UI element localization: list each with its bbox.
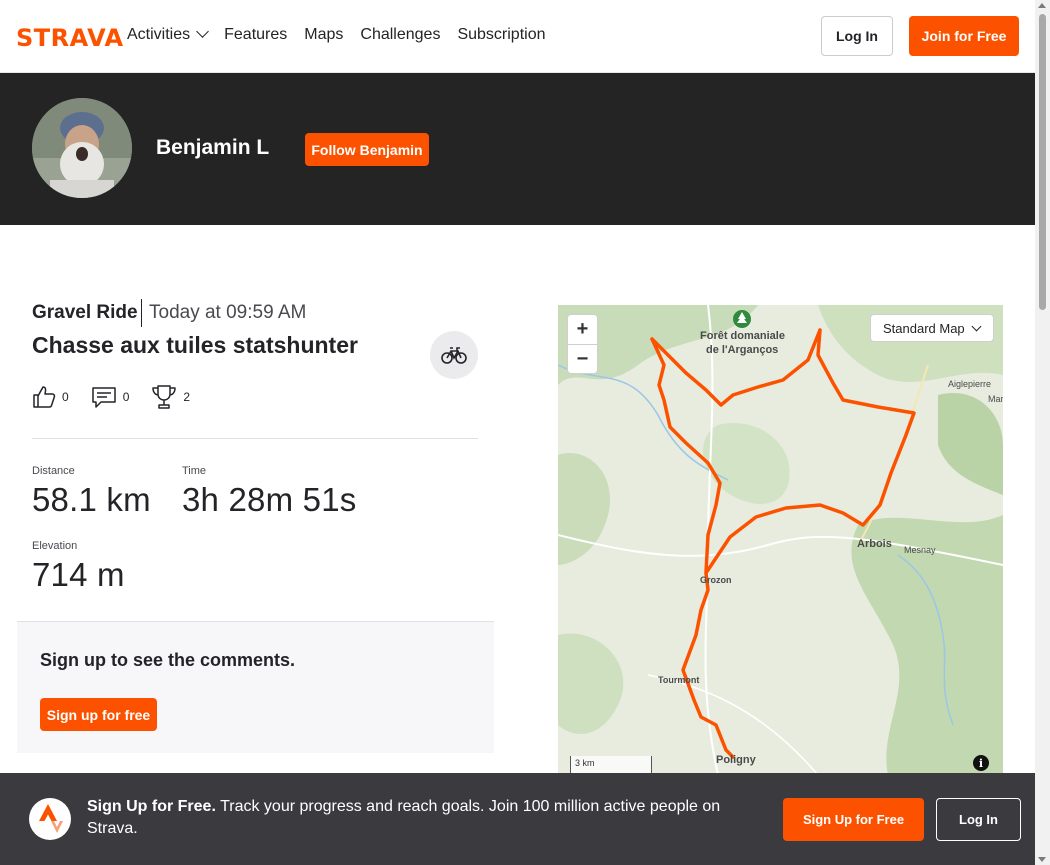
nav-maps[interactable]: Maps [304,26,343,44]
info-icon[interactable]: i [973,755,989,771]
nav-activities[interactable]: Activities [127,25,209,44]
top-nav: STRAVA Activities Features Maps Challeng… [0,0,1035,73]
zoom-controls: + − [567,314,598,374]
distance-value: 58.1 km [32,481,151,518]
zoom-out-button[interactable]: − [568,344,597,373]
strava-logo[interactable]: STRAVA [16,24,124,52]
time-value: 3h 28m 51s [182,481,357,518]
elevation-value: 714 m [32,556,125,593]
comments-prompt: Sign up to see the comments. [40,650,296,670]
strava-logo-icon [29,798,71,840]
nav-features[interactable]: Features [224,26,287,44]
scroll-down-icon[interactable] [1038,857,1046,862]
map-label-mesnay: Mesnay [904,545,936,555]
map-label-grozon: Grozon [700,575,732,585]
banner-message: Sign Up for Free. Track your progress an… [87,796,757,840]
map-label-mar: Mar [988,394,1003,404]
thumbs-up-icon [33,386,56,408]
achievements-button[interactable]: 2 [151,384,190,410]
sport-badge [430,331,478,379]
athlete-avatar[interactable] [32,98,132,198]
kudos-count: 0 [62,390,69,404]
scrollbar-thumb[interactable] [1039,14,1046,310]
map-type-label: Standard Map [883,320,965,336]
nav-challenges[interactable]: Challenges [360,26,440,44]
activity-time: Today at 09:59 AM [149,302,307,323]
map-type-select[interactable]: Standard Map [870,314,994,342]
activity-type: Gravel Ride [32,302,138,323]
divider [141,299,142,327]
bike-icon [441,347,467,364]
banner-login-button[interactable]: Log In [936,798,1021,841]
chevron-down-icon [196,25,209,38]
banner-headline: Sign Up for Free. [87,798,216,815]
banner-signup-button[interactable]: Sign Up for Free [783,798,924,841]
comments-button[interactable]: 0 [91,385,130,409]
time-label: Time [182,465,207,477]
trophy-icon [152,385,177,409]
map-label-aiglepierre: Aiglepierre [948,379,992,389]
social-actions: 0 0 2 [32,384,212,410]
page-scrollbar[interactable] [1035,0,1050,865]
divider [32,438,478,439]
map-label-poligny: Poligny [716,754,756,766]
map-canvas[interactable] [558,305,1003,775]
distance-label: Distance [32,465,75,477]
avatar-image [32,98,132,198]
kudos-button[interactable]: 0 [32,385,69,409]
map-scale: 3 km [570,756,652,774]
athlete-header: Benjamin L Follow Benjamin [0,73,1035,225]
elevation-label: Elevation [32,540,78,552]
scroll-up-icon[interactable] [1038,3,1046,8]
nav-subscription[interactable]: Subscription [457,26,545,44]
activity-map[interactable]: + − Standard Map Forêt domaniale de l'Ar… [558,305,1003,775]
follow-button[interactable]: Follow Benjamin [305,133,429,166]
map-label-tourmont: Tourmont [658,675,700,685]
chevron-down-icon [971,321,982,331]
comments-section: Sign up to see the comments. Sign up for… [17,621,494,753]
zoom-in-button[interactable]: + [568,315,597,344]
login-button[interactable]: Log In [821,16,893,56]
map-label-forest: Forêt domaniale [700,330,785,342]
map-label-forest-2: de l'Arganços [706,344,779,356]
comments-count: 0 [122,390,130,404]
athlete-name[interactable]: Benjamin L [156,136,269,160]
comment-icon [91,387,116,408]
signup-for-free-button[interactable]: Sign up for free [40,698,157,731]
nav-links: Activities Features Maps Challenges Subs… [127,25,546,44]
activity-title: Chasse aux tuiles statshunter [32,332,358,358]
join-button[interactable]: Join for Free [909,16,1019,56]
achievements-count: 2 [183,390,191,404]
map-label-arbois: Arbois [857,538,892,550]
signup-banner: Sign Up for Free. Track your progress an… [0,773,1035,865]
